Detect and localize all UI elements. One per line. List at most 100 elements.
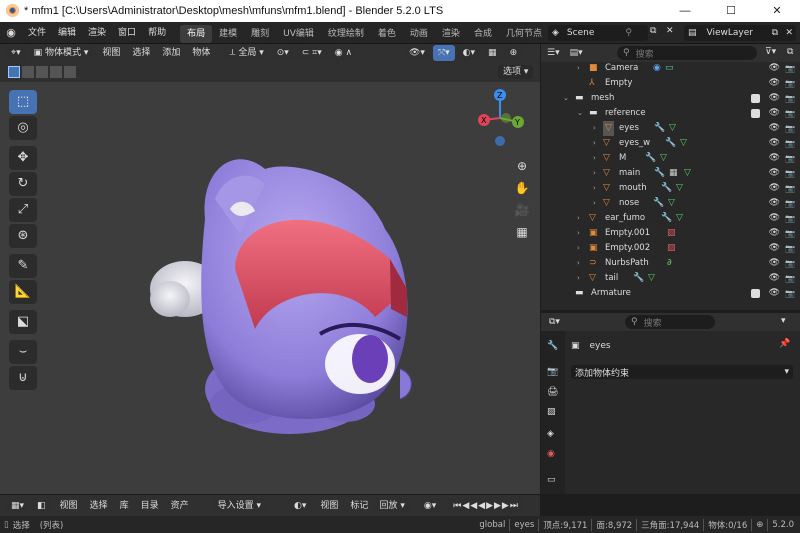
character-model[interactable] [145,139,425,459]
scene-selector[interactable]: ◈ Scene ⚲ [548,25,648,41]
viewport-menu-view[interactable]: 视图 [96,45,126,61]
add-cube-tool[interactable]: ⬕ [9,310,37,334]
menu-edit[interactable]: 编辑 [52,22,82,44]
playback-controls[interactable]: ⏮◀◀◀▶▶▶⏭ [448,497,524,514]
render-camera-icon[interactable]: 📷 [785,256,795,271]
tab-compositing[interactable]: 合成 [467,25,499,43]
select-subtract-icon[interactable] [36,66,48,78]
proportional-edit-icon[interactable]: ◉ ∧ [329,45,358,61]
collection-tab-icon[interactable]: ▭ [547,475,556,485]
zoom-icon[interactable]: ⊕ [512,156,532,176]
timeline-menu-asset[interactable]: 资产 [165,495,195,517]
eye-icon[interactable]: 👁 [769,136,780,151]
measure-tool[interactable]: 📐 [9,280,37,304]
delete-view-layer-icon[interactable]: ✕ [785,28,793,38]
new-collection-icon[interactable]: ⧉ [787,47,793,57]
outliner-row-eyes[interactable]: › ▽ eyes 🔧 ▽ 👁 📷 [541,121,800,136]
tab-texture-paint[interactable]: 纹理绘制 [321,25,371,43]
eye-icon[interactable]: 👁 [769,196,780,211]
eye-icon[interactable]: 👁 [769,211,780,226]
editor-type-icon[interactable]: ⌖▾ [6,45,26,61]
tab-geometry-nodes[interactable]: 几何节点 [499,25,549,43]
unwrap-tool[interactable]: ⊍ [9,366,37,390]
delete-scene-icon[interactable]: ✕ [666,26,674,36]
import-settings-dropdown[interactable]: 导入设置 ▾ [212,497,267,514]
eye-icon[interactable]: 👁 [769,241,780,256]
properties-options-icon[interactable]: ▾ [781,316,786,326]
outliner-row-nose[interactable]: › ▽ nose 🔧 ▽ 👁 📷 [541,196,800,211]
outliner-search-input[interactable]: ⚲ 搜索 [617,46,757,60]
collection-checkbox[interactable] [751,289,760,298]
sidebar-toggle-icon[interactable]: ◧ [32,497,51,514]
outliner-row-main[interactable]: › ▽ main 🔧 ▦ ▽ 👁 📷 [541,166,800,181]
perspective-grid-icon[interactable]: ▦ [512,222,532,242]
world-tab-icon[interactable]: ◉ [547,449,555,459]
eye-icon[interactable]: 👁 [769,91,780,106]
render-camera-icon[interactable]: 📷 [785,166,795,181]
timeline-menu-select[interactable]: 选择 [84,495,114,517]
asset-editor-icon[interactable]: ▦▾ [6,497,30,514]
outliner-row-nurbspath[interactable]: › ⊃ NurbsPath ∂ 👁 📷 [541,256,800,271]
collection-checkbox[interactable] [751,94,760,103]
cursor-tool[interactable]: ◎ [9,116,37,140]
menu-window[interactable]: 窗口 [112,22,142,44]
timeline-menu-view2[interactable]: 视图 [314,495,344,517]
copy-view-layer-icon[interactable]: ⧉ [772,28,778,38]
render-camera-icon[interactable]: 📷 [785,181,795,196]
eye-icon[interactable]: 👁 [769,286,780,301]
outliner-row-reference[interactable]: ⌄ ▬ reference 👁 📷 [541,106,800,121]
outliner-row-eyes-w[interactable]: › ▽ eyes_w 🔧 ▽ 👁 📷 [541,136,800,151]
blender-menu-icon[interactable]: ◉ [0,26,22,39]
rotate-tool[interactable]: ↻ [9,172,37,196]
view-layer-tab-icon[interactable]: ▧ [547,407,556,417]
properties-search-input[interactable]: ⚲ 搜索 [625,315,715,329]
playback-dropdown[interactable]: 回放 ▾ [374,497,410,514]
add-constraint-dropdown[interactable]: 添加物体约束 ▾ [571,365,793,379]
tabs-more-icon[interactable]: › [534,26,540,38]
transform-tool[interactable]: ⊛ [9,224,37,248]
eye-icon[interactable]: 👁 [769,181,780,196]
eye-icon[interactable]: 👁 [769,76,780,91]
pan-hand-icon[interactable]: ✋ [512,178,532,198]
timeline-editor-icon[interactable]: ◐▾ [289,497,312,514]
outliner-row-tail[interactable]: › ▽ tail 🔧 ▽ 👁 📷 [541,271,800,286]
render-camera-icon[interactable]: 📷 [785,211,795,226]
eye-icon[interactable]: 👁 [769,226,780,241]
render-camera-icon[interactable]: 📷 [785,196,795,211]
menu-file[interactable]: 文件 [22,22,52,44]
render-camera-icon[interactable]: 📷 [785,91,795,106]
select-invert-icon[interactable] [50,66,62,78]
shading-wire-icon[interactable]: ⊕ [504,45,523,61]
eye-icon[interactable]: 👁 [769,271,780,286]
tab-rendering[interactable]: 渲染 [435,25,467,43]
filter-display-icon[interactable]: ▤▾ [570,48,583,58]
tab-sculpt[interactable]: 雕刻 [244,25,276,43]
options-dropdown[interactable]: 选项 ▾ [498,65,534,79]
viewport-menu-select[interactable]: 选择 [126,45,156,61]
navigation-gizmo[interactable]: Z X Y [472,88,532,148]
tab-uv-editing[interactable]: UV编辑 [276,25,321,43]
outliner-row-mouth[interactable]: › ▽ mouth 🔧 ▽ 👁 📷 [541,181,800,196]
render-tab-icon[interactable]: 📷 [547,367,558,377]
render-camera-icon[interactable]: 📷 [785,151,795,166]
transform-orientation[interactable]: ⟂ 全局 ▾ [224,45,269,61]
render-camera-icon[interactable]: 📷 [785,286,795,301]
timeline-menu-view[interactable]: 视图 [54,495,84,517]
visibility-icon[interactable]: 👁▾ [404,45,430,61]
tool-tab-icon[interactable]: 🔧 [547,341,558,351]
outliner-row-empty[interactable]: ⅄ Empty 👁 📷 [541,76,800,91]
outliner-row-armature[interactable]: ▬ Armature 👁 📷 [541,286,800,301]
select-box-tool[interactable]: ⬚ [9,90,37,114]
mode-selector[interactable]: ▣ 物体模式 ▾ [28,45,94,61]
eye-icon[interactable]: 👁 [769,106,780,121]
pivot-icon[interactable]: ⊙▾ [271,45,294,61]
render-camera-icon[interactable]: 📷 [785,226,795,241]
scale-tool[interactable]: ⤢ [9,198,37,222]
gizmo-icon[interactable]: ⤧▾ [432,45,455,61]
minimize-button[interactable]: — [662,0,708,22]
outliner-row-camera[interactable]: › ■ Camera ◉ ▭ 👁 📷 [541,61,800,76]
outliner-editor-icon[interactable]: ☰▾ [547,48,560,58]
render-camera-icon[interactable]: 📷 [785,241,795,256]
properties-editor-icon[interactable]: ⧉▾ [549,317,560,327]
timeline-menu-library[interactable]: 库 [114,495,135,517]
